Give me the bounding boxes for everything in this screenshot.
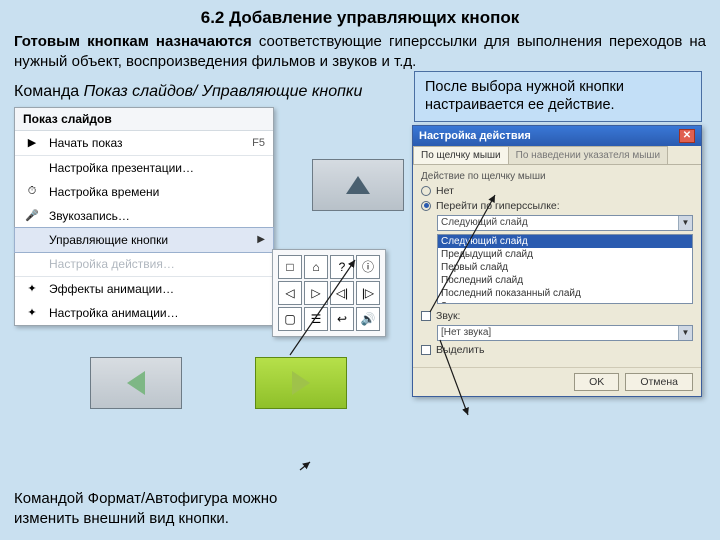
- menu-item-label: Настройка анимации…: [49, 306, 179, 320]
- menu-item-start[interactable]: ▶ Начать показ F5: [15, 131, 273, 155]
- menu-item-setup[interactable]: Настройка презентации…: [15, 155, 273, 180]
- triangle-up-icon: [346, 176, 370, 194]
- footnote: Командой Формат/Автофигура можно изменит…: [14, 489, 277, 528]
- list-item[interactable]: Следующий слайд: [438, 235, 692, 248]
- menu-item-label: Настройка презентации…: [49, 161, 194, 175]
- submenu-arrow-icon: ▶: [257, 234, 265, 245]
- menu-item-record[interactable]: 🎤 Звукозапись…: [15, 204, 273, 228]
- menu-item-label: Настройка действия…: [49, 257, 175, 271]
- menu-shortcut: F5: [252, 137, 265, 149]
- shape-return[interactable]: ↩: [330, 307, 354, 331]
- hyperlink-select-row: Следующий слайд ▼: [437, 215, 693, 231]
- triangle-right-icon: [292, 371, 310, 395]
- command-prefix: Команда: [14, 83, 84, 100]
- shape-help[interactable]: ?: [330, 255, 354, 279]
- sample-button-up[interactable]: [312, 159, 404, 211]
- option-hyperlink-row[interactable]: Перейти по гиперссылке:: [421, 200, 693, 212]
- option-hyperlink-label: Перейти по гиперссылке:: [436, 200, 560, 212]
- menu-title: Показ слайдов: [15, 108, 273, 131]
- select-value: [Нет звука]: [441, 327, 491, 338]
- sound-select[interactable]: [Нет звука] ▼: [437, 325, 693, 341]
- shape-sound[interactable]: 🔊: [356, 307, 380, 331]
- menu-item-label: Эффекты анимации…: [49, 282, 174, 296]
- close-button[interactable]: ✕: [679, 129, 695, 143]
- clock-icon: ⏱: [23, 184, 41, 200]
- list-item[interactable]: Последний показанный слайд: [438, 287, 692, 300]
- play-icon: ▶: [23, 135, 41, 151]
- chevron-down-icon: ▼: [678, 216, 692, 230]
- shape-last[interactable]: |▷: [356, 281, 380, 305]
- sample-button-right[interactable]: [255, 357, 347, 409]
- shape-doc[interactable]: ▢: [278, 307, 302, 331]
- checkbox-icon: [421, 311, 431, 321]
- mic-icon: 🎤: [23, 208, 41, 224]
- list-item[interactable]: Предыдущий слайд: [438, 248, 692, 261]
- hyperlink-select[interactable]: Следующий слайд ▼: [437, 215, 693, 231]
- shape-blank[interactable]: □: [278, 255, 302, 279]
- group-label: Действие по щелчку мыши: [421, 171, 693, 182]
- radio-icon: [421, 186, 431, 196]
- highlight-row[interactable]: Выделить: [421, 344, 693, 356]
- sample-button-left[interactable]: [90, 357, 182, 409]
- dialog-body: Действие по щелчку мыши Нет Перейти по г…: [413, 165, 701, 367]
- star-icon: ✦: [23, 305, 41, 321]
- shape-menu[interactable]: ☰: [304, 307, 328, 331]
- command-italic: Показ слайдов/ Управляющие кнопки: [84, 83, 363, 100]
- option-none-row[interactable]: Нет: [421, 185, 693, 197]
- intro-bold: Готовым кнопкам назначаются: [14, 33, 259, 50]
- menu-item-action-settings: Настройка действия…: [15, 252, 273, 276]
- section-heading: 6.2 Добавление управляющих кнопок: [0, 0, 720, 30]
- triangle-left-icon: [127, 371, 145, 395]
- dialog-footer: OK Отмена: [413, 367, 701, 396]
- option-none-label: Нет: [436, 185, 454, 197]
- sound-label: Звук:: [436, 310, 460, 322]
- blank-icon: [23, 232, 41, 248]
- tab-on-hover[interactable]: По наведении указателя мыши: [508, 146, 668, 164]
- tab-on-click[interactable]: По щелчку мыши: [413, 146, 509, 164]
- sound-select-row: [Нет звука] ▼: [437, 325, 693, 341]
- hyperlink-dropdown-list: Следующий слайд Предыдущий слайд Первый …: [437, 234, 693, 304]
- blank-icon: [23, 160, 41, 176]
- action-buttons-submenu: □ ⌂ ? ⓘ ◁ ▷ ◁| |▷ ▢ ☰ ↩ 🔊: [272, 249, 386, 337]
- sound-row[interactable]: Звук:: [421, 310, 693, 322]
- shape-prev[interactable]: ◁: [278, 281, 302, 305]
- menu-item-timing[interactable]: ⏱ Настройка времени: [15, 180, 273, 204]
- list-item[interactable]: Завершить показ: [438, 300, 692, 304]
- radio-icon: [421, 201, 431, 211]
- chevron-down-icon: ▼: [678, 326, 692, 340]
- list-item[interactable]: Первый слайд: [438, 261, 692, 274]
- menu-item-label: Настройка времени: [49, 185, 159, 199]
- shape-next[interactable]: ▷: [304, 281, 328, 305]
- dialog-tabs: По щелчку мыши По наведении указателя мы…: [413, 146, 701, 165]
- slideshow-menu: Показ слайдов ▶ Начать показ F5 Настройк…: [14, 107, 274, 326]
- checkbox-icon: [421, 345, 431, 355]
- ok-button[interactable]: OK: [574, 373, 619, 391]
- footnote-line1: Командой Формат/Автофигура можно: [14, 490, 277, 507]
- menu-item-anim-effects[interactable]: ✦ Эффекты анимации…: [15, 276, 273, 301]
- dialog-title-text: Настройка действия: [419, 130, 531, 142]
- menu-item-label: Начать показ: [49, 136, 123, 150]
- action-settings-dialog: Настройка действия ✕ По щелчку мыши По н…: [412, 125, 702, 397]
- dialog-titlebar: Настройка действия ✕: [413, 126, 701, 146]
- callout-box: После выбора нужной кнопки настраивается…: [414, 71, 702, 123]
- menu-item-label: Управляющие кнопки: [49, 233, 168, 247]
- select-value: Следующий слайд: [441, 217, 528, 228]
- shape-first[interactable]: ◁|: [330, 281, 354, 305]
- menu-item-label: Звукозапись…: [49, 209, 130, 223]
- illustration-stage: После выбора нужной кнопки настраивается…: [0, 107, 720, 447]
- shape-home[interactable]: ⌂: [304, 255, 328, 279]
- blank-icon: [23, 256, 41, 272]
- menu-item-action-buttons[interactable]: Управляющие кнопки ▶: [14, 227, 274, 253]
- list-item[interactable]: Последний слайд: [438, 274, 692, 287]
- cancel-button[interactable]: Отмена: [625, 373, 693, 391]
- footnote-line2: изменить внешний вид кнопки.: [14, 510, 229, 527]
- highlight-label: Выделить: [436, 344, 484, 356]
- shape-info[interactable]: ⓘ: [356, 255, 380, 279]
- star-icon: ✦: [23, 281, 41, 297]
- menu-item-anim-setup[interactable]: ✦ Настройка анимации…: [15, 301, 273, 325]
